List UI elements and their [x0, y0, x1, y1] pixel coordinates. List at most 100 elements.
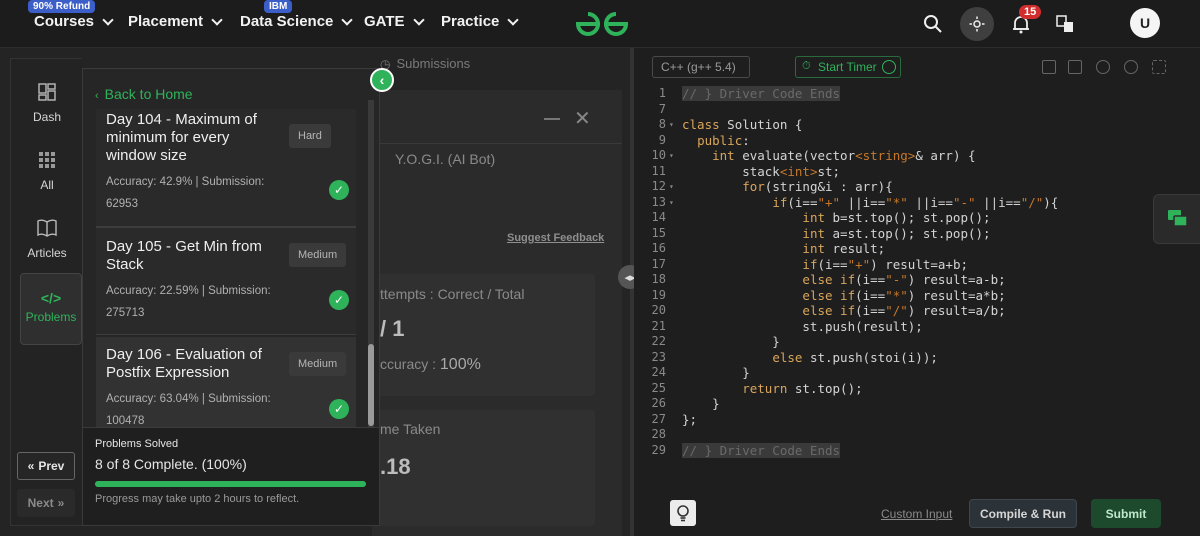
problem-item-current[interactable]: Day 106 - Evaluation of Postfix Expressi… [96, 337, 356, 437]
sun-icon[interactable] [960, 7, 994, 41]
code-line[interactable]: 20 else if(i=="/") result=a/b; [634, 303, 1200, 319]
problem-stats: Accuracy: 42.9% | Submission: 62953 [106, 176, 265, 210]
line-number: 29 [651, 442, 666, 457]
next-button[interactable]: Next » [17, 489, 75, 517]
line-number: 19 [651, 287, 666, 302]
fold-icon[interactable]: ▾ [669, 148, 674, 164]
collapse-panel-button[interactable]: ‹ [370, 68, 394, 92]
problems-solved-summary: 8 of 8 Complete. (100%) [95, 456, 247, 472]
code-line[interactable]: 14 int b=st.top(); st.pop(); [634, 210, 1200, 226]
chevron-down-icon [341, 13, 354, 26]
nav-courses[interactable]: Courses [34, 13, 114, 30]
user-avatar[interactable]: U [1130, 8, 1160, 38]
nav-gate[interactable]: GATE [364, 13, 425, 30]
nav-data-science[interactable]: Data Science [240, 13, 354, 30]
start-timer-button[interactable]: ⏱ Start Timer [795, 56, 901, 78]
close-icon[interactable]: ✕ [574, 106, 591, 131]
code-line[interactable]: 11 stack<int>st; [634, 164, 1200, 180]
next-label: Next [27, 496, 54, 510]
line-number: 11 [651, 163, 666, 178]
code-line[interactable]: 19 else if(i=="*") result=a*b; [634, 288, 1200, 304]
refresh-icon[interactable] [1124, 60, 1138, 74]
code-line[interactable]: 26 } [634, 396, 1200, 412]
code-text: class Solution { [682, 117, 803, 132]
sidebar-item-all[interactable]: All [11, 151, 83, 192]
scrollbar-thumb[interactable] [368, 344, 374, 426]
problem-item[interactable]: Day 104 - Maximum of minimum for every w… [96, 109, 356, 227]
suggest-feedback-link[interactable]: Suggest Feedback [507, 232, 604, 244]
sidebar-item-label: Problems [25, 310, 77, 324]
ibm-badge: IBM [264, 0, 293, 13]
fold-icon[interactable]: ▾ [669, 195, 674, 211]
check-icon: ✓ [329, 180, 349, 200]
code-line[interactable]: 13 ▾ if(i=="+" ||i=="*" ||i=="-" ||i=="/"… [634, 195, 1200, 211]
code-line[interactable]: 21 st.push(result); [634, 319, 1200, 335]
code-line[interactable]: 12 ▾ for(string&i : arr){ [634, 179, 1200, 195]
code-line[interactable]: 1 // } Driver Code Ends [634, 86, 1200, 102]
sidebar-item-dash[interactable]: Dash [11, 83, 83, 124]
time-taken-value: .18 [380, 454, 411, 479]
nav-practice-label: Practice [441, 13, 500, 30]
code-line[interactable]: 7 [634, 102, 1200, 118]
code-line[interactable]: 24 } [634, 365, 1200, 381]
attempts-value: / 1 [380, 316, 405, 341]
code-text: return st.top(); [742, 380, 863, 396]
code-line[interactable]: 22 } [634, 334, 1200, 350]
prev-button[interactable]: « Prev [17, 452, 75, 480]
problem-title: Day 105 - Get Min from Stack [106, 238, 262, 273]
code-text: } [682, 396, 720, 411]
code-line[interactable]: 29 // } Driver Code Ends [634, 442, 1200, 459]
back-to-home-link[interactable]: ‹ Back to Home [95, 86, 193, 102]
file-icon[interactable] [1068, 60, 1082, 74]
line-number: 21 [651, 318, 666, 333]
code-line[interactable]: 16 int result; [634, 241, 1200, 257]
chat-icon[interactable] [1153, 194, 1200, 244]
submit-button[interactable]: Submit [1091, 499, 1161, 528]
code-line[interactable]: 18 else if(i=="-") result=a-b; [634, 272, 1200, 288]
code-line[interactable]: 23 else st.push(stoi(i)); [634, 350, 1200, 366]
line-number: 7 [658, 101, 666, 116]
code-line[interactable]: 15 int a=st.top(); st.pop(); [634, 226, 1200, 242]
top-navbar: 90% Refund Courses Placement IBM Data Sc… [0, 0, 1200, 48]
sidebar-item-articles[interactable]: Articles [11, 219, 83, 260]
code-line[interactable]: 25 return st.top(); [634, 381, 1200, 397]
book-icon [11, 219, 83, 242]
language-select[interactable]: C++ (g++ 5.4) [652, 56, 750, 78]
nav-practice[interactable]: Practice [441, 13, 520, 30]
fold-icon[interactable]: ▾ [669, 117, 674, 133]
code-line[interactable]: 10 ▾ int evaluate(vector<string>& arr) { [634, 148, 1200, 164]
minimize-icon[interactable] [544, 118, 560, 120]
code-text: } [682, 334, 780, 349]
gfg-logo-icon[interactable] [572, 8, 632, 40]
fold-icon[interactable]: ▾ [669, 179, 674, 195]
code-text: else if(i=="-") result=a-b; [802, 272, 1006, 287]
nav-data-science-label: Data Science [240, 13, 334, 30]
code-line[interactable]: 8 ▾ class Solution { [634, 117, 1200, 133]
compile-run-button[interactable]: Compile & Run [969, 499, 1077, 528]
search-icon[interactable] [918, 9, 948, 39]
code-line[interactable]: 17 if(i=="+") result=a+b; [634, 257, 1200, 273]
settings-icon[interactable] [1096, 60, 1110, 74]
accuracy-label: ccuracy : 100% [380, 356, 481, 373]
difficulty-badge: Medium [289, 243, 347, 267]
copy-icon[interactable] [1042, 60, 1056, 74]
line-number: 24 [651, 365, 666, 379]
line-number: 15 [651, 225, 666, 240]
translate-icon[interactable] [1050, 9, 1080, 39]
code-text: int a=st.top(); st.pop(); [802, 225, 991, 241]
line-number: 1 [658, 86, 666, 100]
code-line[interactable]: 27}; [634, 412, 1200, 428]
problems-solved-box: Problems Solved 8 of 8 Complete. (100%) … [82, 427, 380, 526]
code-line[interactable]: 28 [634, 427, 1200, 443]
custom-input-link[interactable]: Custom Input [881, 507, 952, 521]
nav-placement[interactable]: Placement [128, 13, 223, 30]
tab-submissions[interactable]: ◷ Submissions [380, 56, 470, 71]
line-number: 8 [658, 117, 666, 131]
code-area[interactable]: 1// } Driver Code Ends 7 8 ▾ class Solution … [634, 86, 1200, 466]
lightbulb-icon[interactable] [670, 500, 696, 526]
fullscreen-icon[interactable] [1152, 60, 1166, 74]
problem-item[interactable]: Day 105 - Get Min from Stack Medium Accu… [96, 227, 356, 335]
nav-gate-label: GATE [364, 13, 405, 30]
code-line[interactable]: 9 public: [634, 133, 1200, 149]
sidebar-item-problems[interactable]: </> Problems [20, 273, 82, 345]
